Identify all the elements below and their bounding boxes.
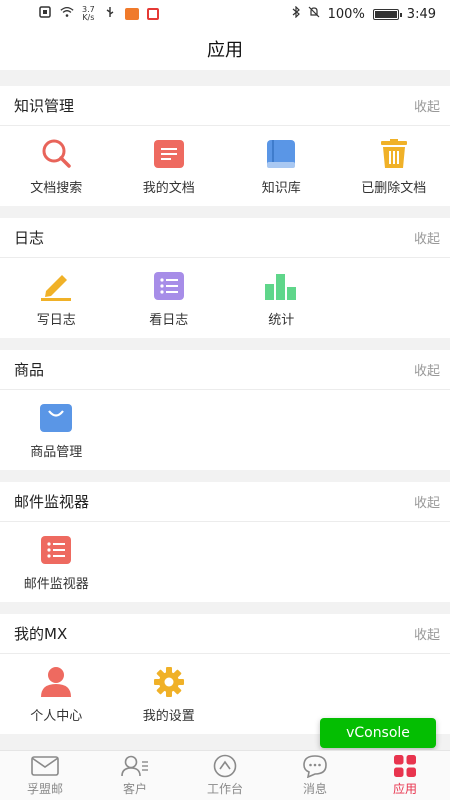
apps-grid-icon [390,754,420,778]
book-icon [264,137,298,171]
app-label: 文档搜索 [30,180,83,196]
app-deleted-documents[interactable]: 已删除文档 [338,126,450,206]
section-mail-monitor: 邮件监视器 收起 邮件监视器 [0,482,450,602]
collapse-button[interactable]: 收起 [414,228,440,247]
contacts-icon [120,754,150,778]
app-label: 已删除文档 [361,180,427,196]
app-document-search[interactable]: 文档搜索 [0,126,113,206]
tab-label: 客户 [122,782,147,796]
app-knowledge-base[interactable]: 知识库 [225,126,338,206]
app-label: 写日志 [36,312,76,328]
battery-icon [372,8,402,20]
tab-mail[interactable]: 孚盟邮 [0,751,90,800]
app-view-log[interactable]: 看日志 [113,258,226,338]
network-speed: 3.7 K/s [82,6,95,22]
section-title: 邮件监视器 [14,493,90,511]
app-label: 统计 [268,312,295,328]
top-spacer [0,70,450,86]
section-title: 知识管理 [14,97,75,115]
section-products: 商品 收起 商品管理 [0,350,450,470]
app-label: 邮件监视器 [23,576,89,592]
mail-icon [30,754,60,778]
app-my-settings[interactable]: 我的设置 [113,654,226,734]
app-grid: 商品管理 [0,390,450,470]
app-my-documents[interactable]: 我的文档 [113,126,226,206]
tab-label: 应用 [392,782,417,796]
section-header: 邮件监视器 收起 [0,482,450,522]
app-mail-monitor[interactable]: 邮件监视器 [0,522,113,602]
section-title: 商品 [14,361,45,379]
tab-label: 消息 [302,782,327,796]
tab-label: 孚盟邮 [26,782,63,796]
clock: 3:49 [406,6,436,22]
tab-workbench[interactable]: 工作台 [180,751,270,800]
vconsole-button[interactable]: vConsole [320,718,436,748]
bar-chart-icon [264,269,298,303]
battery-percent: 100% [327,6,365,22]
mute-bell-icon [308,6,320,22]
collapse-button[interactable]: 收起 [414,360,440,379]
section-knowledge-management: 知识管理 收起 文档搜索 我的文档 知识库 已删除文档 [0,86,450,206]
app-grid: 文档搜索 我的文档 知识库 已删除文档 [0,126,450,206]
section-header: 知识管理 收起 [0,86,450,126]
collapse-button[interactable]: 收起 [414,492,440,511]
tab-customers[interactable]: 客户 [90,751,180,800]
video-app-icon [124,8,139,20]
wifi-icon [60,6,74,22]
collapse-button[interactable]: 收起 [414,96,440,115]
app-personal-center[interactable]: 个人中心 [0,654,113,734]
app-statistics[interactable]: 统计 [225,258,338,338]
network-speed-unit: K/s [82,13,95,22]
list-icon [152,269,186,303]
section-title: 日志 [14,229,45,247]
section-header: 日志 收起 [0,218,450,258]
page-title: 应用 [0,28,450,70]
bluetooth-icon [292,5,300,22]
section-header: 我的MX 收起 [0,614,450,654]
section-log: 日志 收起 写日志 看日志 统计 [0,218,450,338]
person-icon [39,665,73,699]
section-my-mx: 我的MX 收起 个人中心 我的设置 [0,614,450,734]
trash-icon [377,137,411,171]
status-right: 100% 3:49 [292,5,436,22]
app-write-log[interactable]: 写日志 [0,258,113,338]
gear-icon [152,665,186,699]
app-label: 看日志 [149,312,189,328]
sim-icon [38,6,52,22]
app-grid: 写日志 看日志 统计 [0,258,450,338]
pencil-icon [39,269,73,303]
app-label: 个人中心 [30,708,83,724]
app-product-management[interactable]: 商品管理 [0,390,113,470]
shopping-bag-icon [39,401,73,435]
app-label: 我的设置 [142,708,195,724]
notification-app-icon [146,8,159,20]
document-icon [152,137,186,171]
section-title: 我的MX [14,625,68,643]
section-header: 商品 收起 [0,350,450,390]
chat-icon [300,754,330,778]
tab-messages[interactable]: 消息 [270,751,360,800]
status-left: 3.7 K/s [38,6,159,22]
list-icon [39,533,73,567]
tab-apps[interactable]: 应用 [360,751,450,800]
app-label: 知识库 [261,180,301,196]
search-icon [39,137,73,171]
app-label: 商品管理 [30,444,83,460]
app-label: 我的文档 [142,180,195,196]
app-grid: 邮件监视器 [0,522,450,602]
compass-icon [210,754,240,778]
bottom-tab-bar: 孚盟邮 客户 工作台 消息 应用 [0,750,450,800]
collapse-button[interactable]: 收起 [414,624,440,643]
tab-label: 工作台 [206,782,243,796]
usb-icon [103,6,117,22]
status-bar: 3.7 K/s 100% 3:49 [0,0,450,28]
